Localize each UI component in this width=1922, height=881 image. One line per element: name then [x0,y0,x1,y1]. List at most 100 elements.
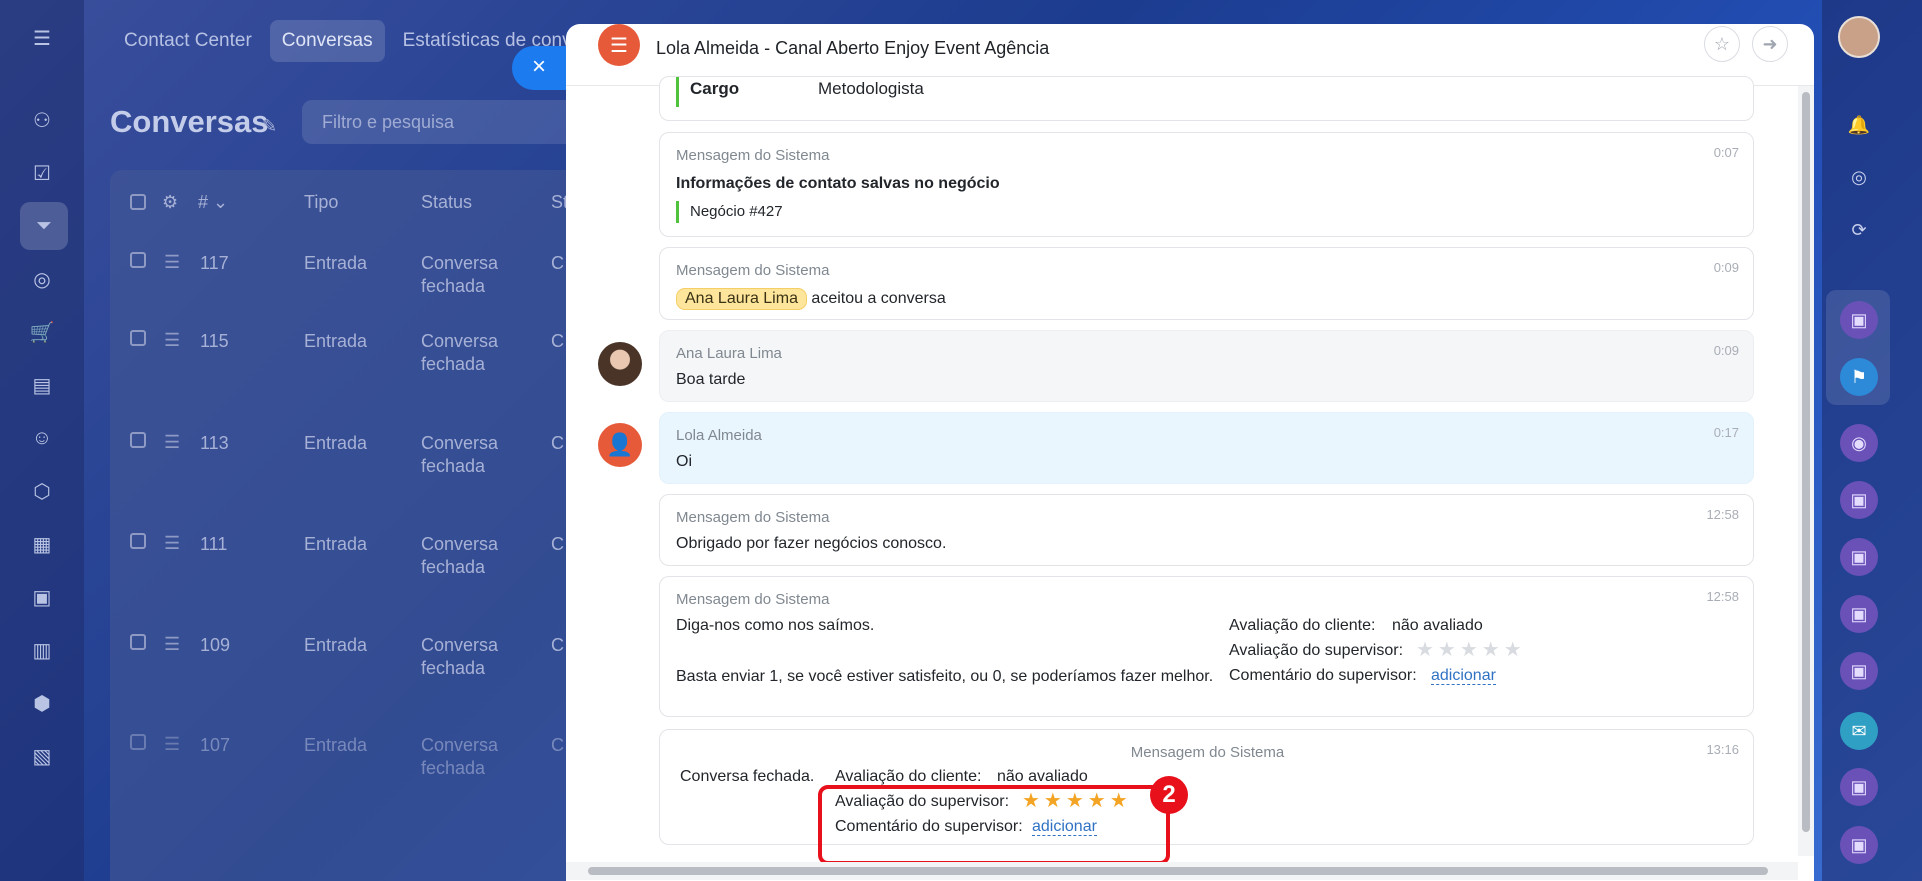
accent-bar [676,201,679,223]
tab-conversas[interactable]: Conversas [269,20,385,62]
client-rating-value: não avaliado [1392,617,1483,634]
tab-contact-center[interactable]: Contact Center [112,20,264,62]
row-id: 115 [200,331,229,351]
chat-panel: ☰ Lola Almeida - Canal Aberto Enjoy Even… [566,24,1814,881]
operator-avatar [598,342,642,386]
system-message: Mensagem do Sistema 0:07 Informações de … [659,132,1754,237]
deal-link[interactable]: Negócio #427 [690,203,783,220]
scrollbar-thumb[interactable] [1802,92,1810,832]
column-header-tipo[interactable]: Tipo [304,192,338,213]
row-menu-icon[interactable]: ☰ [164,252,180,273]
target-icon[interactable]: ◎ [1840,158,1878,196]
annotation-badge: 2 [1150,776,1188,814]
row-status: Conversa fechada [421,534,499,577]
message-text: Oi [676,453,692,470]
add-comment-link[interactable]: adicionar [1431,667,1496,685]
row-id: 113 [200,433,229,453]
search-input[interactable]: Filtro e pesquisa [302,100,592,144]
operator-message: Ana Laura Lima 0:09 Boa tarde [659,330,1754,402]
row-st: C [551,635,564,655]
row-status: Conversa fechada [421,433,499,476]
row-checkbox[interactable] [130,634,146,650]
scrollbar-thumb[interactable] [588,867,1768,875]
card-icon[interactable]: ▤ [26,369,58,401]
row-menu-icon[interactable]: ☰ [164,634,180,655]
message-text: Obrigado por fazer negócios conosco. [676,535,947,552]
contact-center-icon[interactable]: ⏷ [20,202,68,250]
chat-icon[interactable]: ▣ [1840,595,1878,633]
row-st: C [551,331,564,351]
row-tipo: Entrada [304,331,368,351]
row-checkbox[interactable] [130,252,146,268]
row-checkbox[interactable] [130,533,146,549]
document-icon[interactable]: ▧ [26,740,58,772]
row-menu-icon[interactable]: ☰ [164,734,180,755]
closed-text: Conversa fechada. [680,768,815,785]
analytics-icon[interactable]: ▥ [26,634,58,666]
field-value: Metodologista [818,79,924,98]
message-text: Boa tarde [676,371,746,388]
column-header-status[interactable]: Status [421,192,472,213]
crm-icon[interactable]: ⚇ [26,104,58,136]
message-time: 0:17 [1713,425,1739,440]
chat-icon[interactable]: ▣ [1840,826,1878,864]
operator-tag[interactable]: Ana Laura Lima [676,288,807,310]
tasks-icon[interactable]: ☑ [26,157,58,189]
pin-icon[interactable]: ✎ [262,116,277,137]
row-checkbox[interactable] [130,432,146,448]
row-status: Conversa fechada [421,735,499,778]
supervisor-comment-label: Comentário do supervisor: [1229,667,1417,684]
bell-icon[interactable]: 🔔 [1840,106,1878,144]
select-all-checkbox[interactable] [130,194,146,210]
row-tipo: Entrada [304,735,368,755]
supervisor-rating-stars[interactable]: ★★★★★ [1416,637,1526,662]
conversations-grid: ⚙ # ⌄ Tipo Status St ☰ 117 Entrada Conve… [110,170,590,881]
row-checkbox[interactable] [130,734,146,750]
chat-icon[interactable]: ▣ [1840,481,1878,519]
chat-icon[interactable]: ◉ [1840,424,1878,462]
forward-icon[interactable]: ➜ [1752,26,1788,62]
message-time: 0:09 [1713,343,1739,358]
target-icon[interactable]: ◎ [26,263,58,295]
settings-icon[interactable]: ⚙ [162,192,178,213]
cart-icon[interactable]: 🛒 [26,316,58,348]
message-sender: Mensagem do Sistema [676,262,830,279]
row-tipo: Entrada [304,534,368,554]
chat-icon[interactable]: ▣ [1840,301,1878,339]
horizontal-scrollbar[interactable] [566,862,1798,880]
row-menu-icon[interactable]: ☰ [164,330,180,351]
client-rating-value: não avaliado [997,768,1088,785]
vertical-scrollbar[interactable] [1798,86,1814,856]
row-status: Conversa fechada [421,331,499,374]
chat-icon[interactable]: ▣ [1840,652,1878,690]
row-st: C [551,735,564,755]
row-id: 111 [200,534,228,554]
favorite-icon[interactable]: ☆ [1704,26,1740,62]
chat-icon[interactable]: ✉ [1840,712,1878,750]
close-icon: × [532,53,547,80]
left-sidebar: ☰ ⚇ ☑ ⏷ ◎ 🛒 ▤ ☺ ⬡ ▦ ▣ ▥ ⬢ ▧ [0,0,84,881]
row-menu-icon[interactable]: ☰ [164,432,180,453]
sync-icon[interactable]: ⟳ [1840,211,1878,249]
message-sender: Mensagem do Sistema [1130,744,1285,761]
row-menu-icon[interactable]: ☰ [164,533,180,554]
row-checkbox[interactable] [130,330,146,346]
row-st: C [551,253,564,273]
message-sender: Ana Laura Lima [676,345,782,362]
client-rating-label: Avaliação do cliente: [835,768,982,785]
close-panel-button[interactable]: × [512,46,572,90]
user-avatar[interactable] [1838,16,1880,58]
column-header-id[interactable]: # ⌄ [198,192,228,213]
chat-icon[interactable]: ▣ [1840,768,1878,806]
menu-icon[interactable]: ☰ [26,22,58,54]
message-time: 12:58 [1706,507,1739,522]
chat-icon[interactable]: ▣ [1840,538,1878,576]
store-icon[interactable]: ▦ [26,528,58,560]
row-id: 107 [200,735,231,755]
box-icon[interactable]: ⬡ [26,475,58,507]
row-id: 109 [200,635,231,655]
robot-icon[interactable]: ☺ [26,422,58,454]
calendar-icon[interactable]: ▣ [26,581,58,613]
bookmark-icon[interactable]: ⚑ [1840,358,1878,396]
shield-icon[interactable]: ⬢ [26,687,58,719]
